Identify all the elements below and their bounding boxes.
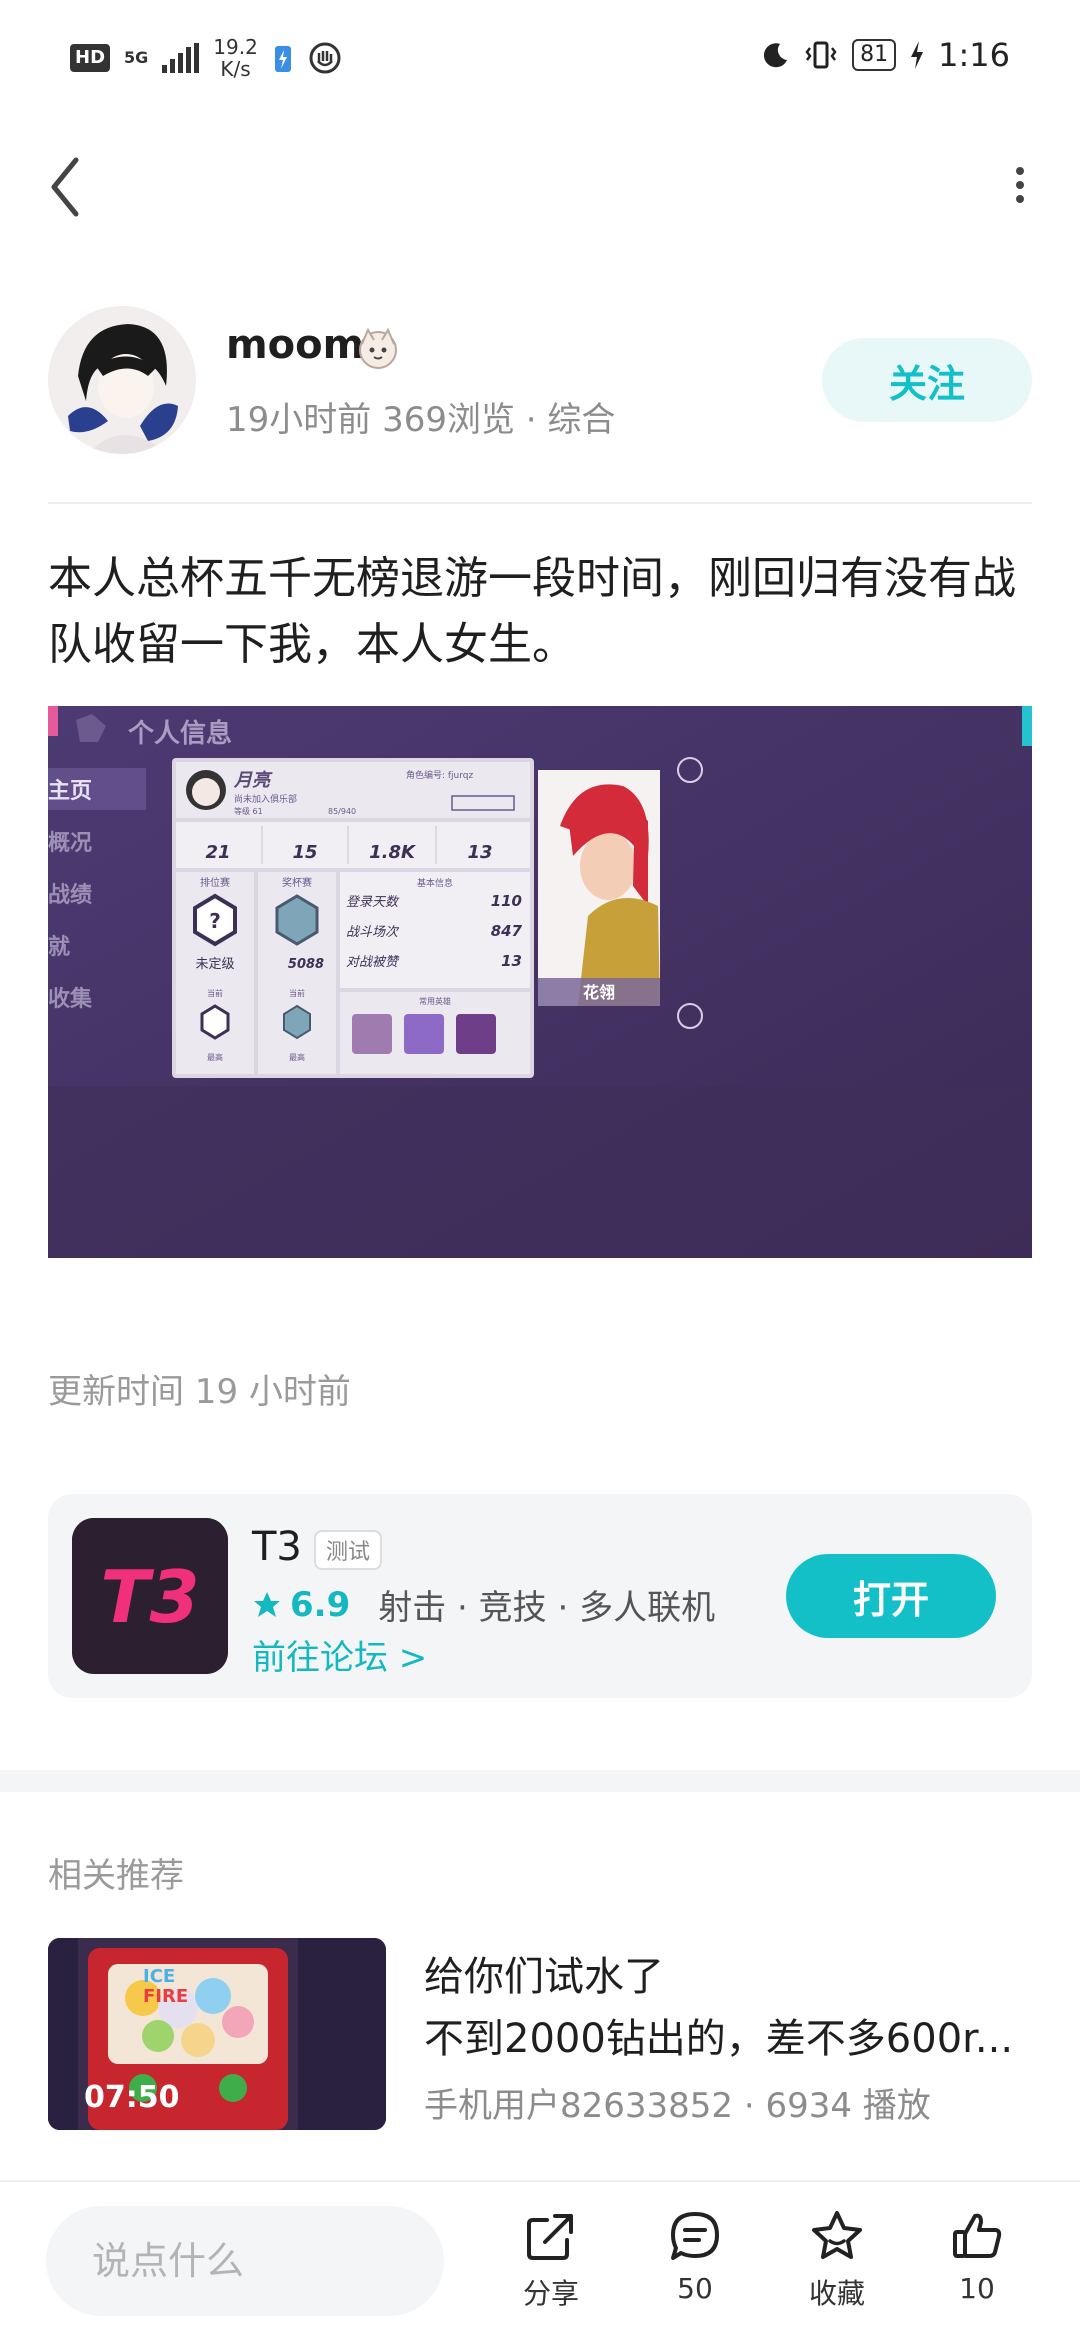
game-login-label: 登录天数: [346, 895, 400, 910]
game-battles-value: 847: [491, 922, 523, 940]
more-options-icon[interactable]: [1010, 165, 1030, 205]
game-cup-value: 5088: [288, 957, 324, 972]
app-genres: 射击 · 竞技 · 多人联机: [378, 1588, 716, 1628]
related-video-title-line2[interactable]: 不到2000钻出的，差不多600r...: [424, 2006, 1034, 2064]
status-bar: HD 5G 19.2 K/s 81 1:16: [0, 0, 1080, 120]
app-name[interactable]: T3: [252, 1524, 302, 1570]
game-stat-1: 15: [292, 842, 317, 863]
game-menu-0: 主页: [48, 779, 92, 804]
section-separator: [0, 1770, 1080, 1792]
network-type: 5G: [124, 48, 149, 67]
game-menu-4: 收集: [48, 986, 93, 1012]
follow-button[interactable]: 关注: [822, 338, 1032, 422]
star-outline-icon: [812, 2211, 862, 2259]
speed-value: 19.2: [213, 35, 258, 59]
status-left: HD 5G 19.2 K/s: [70, 36, 342, 80]
post-time: 19小时前: [226, 400, 372, 440]
game-rank-current: 当前: [207, 988, 223, 998]
share-label: 分享: [522, 2277, 579, 2310]
game-hero-name: 花翎: [583, 983, 615, 1002]
game-likes-label: 对战被赞: [346, 955, 400, 970]
game-header: 个人信息: [128, 718, 232, 749]
game-exp: 85/940: [328, 807, 356, 816]
related-video-meta: 手机用户82633852 · 6934 播放: [424, 2086, 931, 2126]
game-stat-2: 1.8K: [369, 842, 417, 863]
clock: 1:16: [938, 36, 1010, 74]
author-meta: 19小时前 369浏览 · 综合: [226, 400, 616, 440]
battery-icon: 81: [852, 39, 897, 71]
post-text: 本人总杯五千无榜退游一段时间，刚回归有没有战队收留一下我，本人女生。: [48, 553, 1016, 670]
update-time: 更新时间 19 小时前: [48, 1372, 351, 1412]
app-rating-row: 6.9 射击 · 竞技 · 多人联机: [252, 1580, 715, 1629]
svg-text:?: ?: [209, 909, 221, 933]
author-name[interactable]: moom: [226, 322, 364, 368]
hand-app-icon: [309, 42, 341, 74]
app-icon-text: T3: [100, 1555, 199, 1639]
game-player-name: 月亮: [233, 770, 273, 791]
collect-label: 收藏: [808, 2277, 865, 2310]
author-avatar[interactable]: [48, 306, 196, 454]
game-cup-label: 奖杯赛: [282, 876, 312, 889]
network-speed: 19.2 K/s: [213, 36, 258, 80]
moon-icon: [764, 43, 788, 68]
game-club: 尚未加入俱乐部: [234, 793, 297, 805]
game-basic-info: 基本信息: [417, 877, 453, 889]
comment-count: 50: [677, 2272, 713, 2305]
app-tag: 测试: [314, 1530, 383, 1570]
share-button[interactable]: 分享: [496, 2208, 606, 2312]
game-rank-label: 排位赛: [200, 876, 230, 889]
post-category[interactable]: 综合: [547, 400, 615, 440]
post-image[interactable]: 个人信息 主页 概况 战绩 就 收集 月亮 尚未加入俱乐部 等级 61 85/9…: [48, 706, 1032, 1258]
game-menu-3: 就: [48, 934, 70, 960]
open-app-button[interactable]: 打开: [786, 1554, 996, 1638]
divider: [48, 502, 1032, 504]
author-badge-icon: [359, 327, 397, 369]
forum-link[interactable]: 前往论坛 >: [252, 1630, 427, 1679]
game-rank-value: 未定级: [195, 957, 234, 972]
bottom-action-bar: 分享 50 收藏 10: [0, 2180, 1080, 2340]
status-right: 81 1:16: [760, 36, 1010, 74]
view-count: 369浏览: [382, 400, 515, 440]
charging-icon: [911, 41, 924, 69]
app-icon[interactable]: T3: [72, 1518, 228, 1674]
game-login-value: 110: [491, 892, 522, 910]
like-count: 10: [959, 2272, 995, 2305]
svg-text:ICE: ICE: [143, 1966, 175, 1987]
game-level: 等级 61: [234, 806, 263, 816]
game-stat-0: 21: [205, 842, 230, 863]
app-card[interactable]: T3 T3 测试 6.9 射击 · 竞技 · 多人联机 前往论坛 > 打开: [48, 1494, 1032, 1698]
app-rating: 6.9: [290, 1584, 351, 1625]
signal-icon: [162, 43, 200, 73]
charging-app-icon: [274, 46, 291, 72]
game-likes-value: 13: [501, 952, 522, 970]
comment-icon: [671, 2212, 719, 2260]
game-rank-highest: 最高: [207, 1052, 223, 1062]
game-role-id: 角色编号: fjurqz: [406, 769, 474, 781]
game-menu-2: 战绩: [48, 882, 92, 908]
related-title: 相关推荐: [48, 1856, 184, 1896]
share-icon: [527, 2214, 573, 2260]
game-cup-highest: 最高: [289, 1052, 305, 1062]
back-icon[interactable]: [44, 152, 84, 222]
game-heroes-label: 常用英雄: [419, 996, 451, 1006]
svg-text:FIRE: FIRE: [143, 1986, 188, 2007]
thumbs-up-icon: [953, 2213, 1002, 2258]
comment-button[interactable]: 50: [640, 2208, 750, 2305]
related-video-title-line1[interactable]: 给你们试水了: [424, 1944, 664, 2002]
game-cup-current: 当前: [289, 988, 305, 998]
game-stat-3: 13: [467, 842, 492, 863]
collect-button[interactable]: 收藏: [782, 2208, 892, 2312]
speed-unit: K/s: [220, 57, 251, 81]
like-button[interactable]: 10: [922, 2208, 1032, 2305]
game-menu-1: 概况: [48, 830, 92, 856]
star-icon: [254, 1591, 280, 1617]
game-battles-label: 战斗场次: [346, 925, 400, 940]
vibrate-icon: [805, 41, 837, 69]
hd-icon: HD: [70, 44, 111, 72]
video-duration: 07:50: [84, 2080, 180, 2115]
comment-input[interactable]: [46, 2206, 444, 2316]
